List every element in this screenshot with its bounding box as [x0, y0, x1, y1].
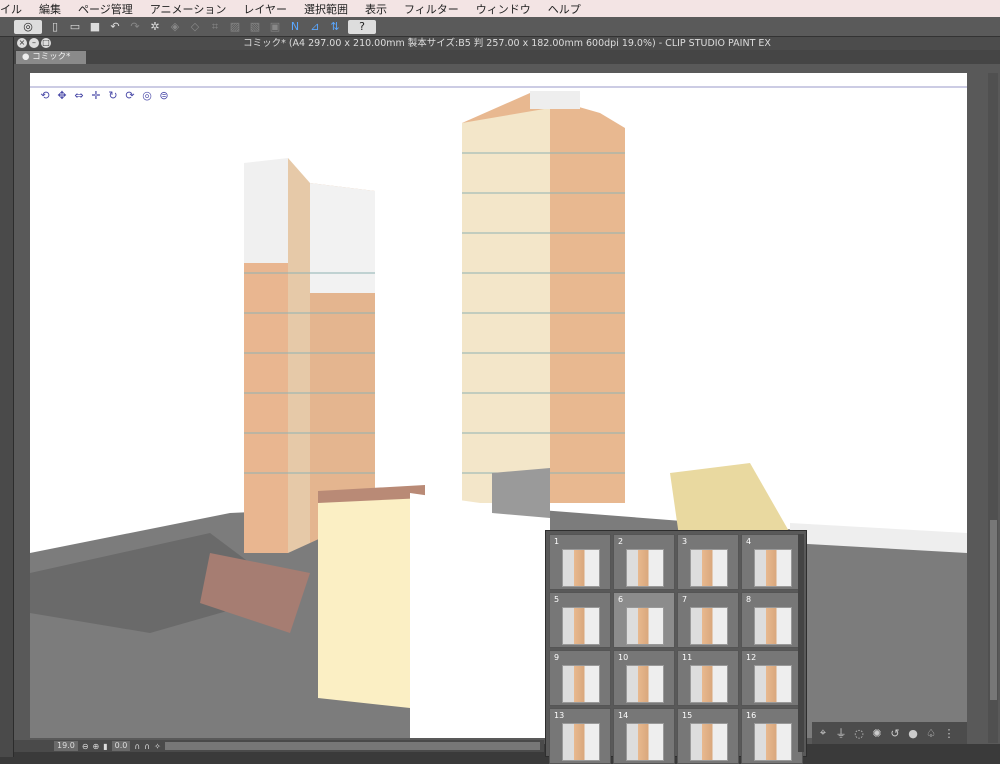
- command-bar: ◎ ▯ ▭ ■ ↶ ↷ ✲ ◈ ◇ ⌗ ▨ ▧ ▣ N ⊿ ⇅ ?: [0, 17, 1000, 37]
- zoom-in-icon[interactable]: ⊕: [93, 742, 100, 751]
- thumbnail-14[interactable]: 14: [613, 708, 675, 764]
- camera-tools: ⟲ ✥ ⇔ ✛ ↻ ⟳ ◎ ⊜: [38, 89, 171, 103]
- 3d-scene: [30, 86, 967, 738]
- thumbnail-3[interactable]: 3: [677, 534, 739, 590]
- new-file-icon[interactable]: ▯: [48, 20, 62, 34]
- save-icon[interactable]: ■: [88, 20, 102, 34]
- camera-move-icon[interactable]: ⇔: [72, 89, 86, 103]
- thumbnail-5[interactable]: 5: [549, 592, 611, 648]
- menu-selection[interactable]: 選択範囲: [304, 1, 348, 17]
- minimize-icon[interactable]: –: [29, 38, 39, 48]
- thumbnail-13[interactable]: 13: [549, 708, 611, 764]
- thumbnail-scrollbar[interactable]: [798, 534, 804, 752]
- fit-icon[interactable]: ▮: [103, 742, 107, 751]
- snap-special-ruler-icon[interactable]: ⊿: [308, 20, 322, 34]
- rotate-right-icon[interactable]: ∩: [144, 742, 150, 751]
- thumbnail-1[interactable]: 1: [549, 534, 611, 590]
- object-rotate2-icon[interactable]: ⟳: [123, 89, 137, 103]
- thumbnail-6[interactable]: 6: [613, 592, 675, 648]
- help-icon[interactable]: ?: [348, 19, 376, 34]
- more-icon[interactable]: ⋮: [942, 727, 956, 740]
- thumbnail-2[interactable]: 2: [613, 534, 675, 590]
- menu-window[interactable]: ウィンドウ: [476, 1, 531, 17]
- pose-icon[interactable]: ♤: [924, 727, 938, 740]
- zoom-value[interactable]: 19.0: [54, 741, 78, 751]
- document-title-bar: × – □ コミック* (A4 297.00 x 210.00mm 製本サイズ:…: [14, 37, 1000, 50]
- selection-icon[interactable]: ▣: [268, 20, 282, 34]
- maximize-icon[interactable]: □: [41, 38, 51, 48]
- status-bar: 19.0 ⊖ ⊕ ▮ 0.0 ∩ ∩ ✧: [14, 740, 544, 752]
- vertical-scrollbar-thumb[interactable]: [990, 520, 997, 700]
- rotate-icon[interactable]: ✺: [870, 727, 884, 740]
- object-launcher: ⌖ ⏚ ◌ ✺ ↺ ● ♤ ⋮: [812, 722, 967, 744]
- menu-animation[interactable]: アニメーション: [150, 1, 227, 17]
- foreground-building-white: [410, 493, 550, 738]
- rotation-value[interactable]: 0.0: [111, 741, 131, 751]
- clip-studio-icon[interactable]: ◎: [14, 19, 42, 34]
- rotate-left-icon[interactable]: ∩: [134, 742, 140, 751]
- thumbnail-10[interactable]: 10: [613, 650, 675, 706]
- foreground-building-yellow: [318, 493, 410, 708]
- transform-icon[interactable]: ◈: [168, 20, 182, 34]
- thumbnail-12[interactable]: 12: [741, 650, 803, 706]
- grey-block: [492, 468, 550, 518]
- fill-icon[interactable]: ◇: [188, 20, 202, 34]
- move-camera-icon[interactable]: ⌖: [816, 726, 830, 740]
- menu-help[interactable]: ヘルプ: [548, 1, 581, 17]
- menu-page[interactable]: ページ管理: [78, 1, 133, 17]
- camera-angle-panel: 1 2 3 4 5 6 7 8 9 10 11 12 13 14 15 16: [545, 530, 807, 764]
- thumbnail-15[interactable]: 15: [677, 708, 739, 764]
- invert-selection-icon[interactable]: ▧: [248, 20, 262, 34]
- open-file-icon[interactable]: ▭: [68, 20, 82, 34]
- menu-edit[interactable]: 編集: [39, 1, 61, 17]
- canvas[interactable]: [30, 73, 967, 738]
- object-ground-icon[interactable]: ⊜: [157, 89, 171, 103]
- zoom-out-icon[interactable]: ⊖: [82, 742, 89, 751]
- thumbnail-9[interactable]: 9: [549, 650, 611, 706]
- reset-rotation-icon[interactable]: ✧: [154, 742, 161, 751]
- close-icon[interactable]: ×: [17, 38, 27, 48]
- snap-ruler-icon[interactable]: N: [288, 20, 302, 34]
- menu-view[interactable]: 表示: [365, 1, 387, 17]
- thumbnail-11[interactable]: 11: [677, 650, 739, 706]
- menu-bar: イル 編集 ページ管理 アニメーション レイヤー 選択範囲 表示 フィルター ウ…: [0, 0, 1000, 17]
- camera-pan-icon[interactable]: ✥: [55, 89, 69, 103]
- undo-icon[interactable]: ↶: [108, 20, 122, 34]
- thumbnail-16[interactable]: 16: [741, 708, 803, 764]
- horizontal-scrollbar[interactable]: [164, 742, 540, 750]
- menu-filter[interactable]: フィルター: [404, 1, 459, 17]
- object-scale-icon[interactable]: ◎: [140, 89, 154, 103]
- object-rotate-icon[interactable]: ↻: [106, 89, 120, 103]
- thumbnail-7[interactable]: 7: [677, 592, 739, 648]
- document-tab[interactable]: ● コミック*: [16, 51, 86, 64]
- object-move-icon[interactable]: ✛: [89, 89, 103, 103]
- crop-icon[interactable]: ⌗: [208, 20, 222, 34]
- left-panel-strip: [0, 37, 14, 757]
- thumbnail-8[interactable]: 8: [741, 592, 803, 648]
- texture-icon[interactable]: ●: [906, 727, 920, 740]
- redo-icon[interactable]: ↷: [128, 20, 142, 34]
- clear-icon[interactable]: ✲: [148, 20, 162, 34]
- deselect-icon[interactable]: ▨: [228, 20, 242, 34]
- menu-file[interactable]: イル: [0, 1, 22, 17]
- thumbnail-4[interactable]: 4: [741, 534, 803, 590]
- tab-bar: ● コミック*: [14, 50, 1000, 64]
- ground-icon[interactable]: ⏚: [834, 725, 848, 741]
- angle-icon[interactable]: ↺: [888, 727, 902, 740]
- camera-rotate-icon[interactable]: ⟲: [38, 89, 52, 103]
- window-title: コミック* (A4 297.00 x 210.00mm 製本サイズ:B5 判 2…: [243, 38, 771, 49]
- snap-grid-icon[interactable]: ⇅: [328, 20, 342, 34]
- reset-icon[interactable]: ◌: [852, 727, 866, 740]
- menu-layer[interactable]: レイヤー: [243, 1, 287, 17]
